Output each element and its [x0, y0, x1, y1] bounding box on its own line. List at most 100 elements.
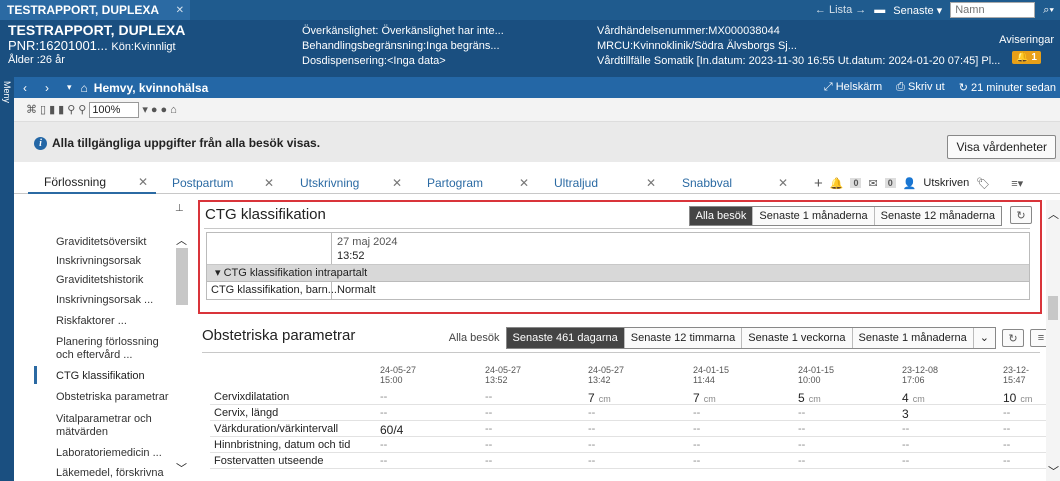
left-scrollbar-thumb[interactable] [176, 248, 188, 305]
name-search-input[interactable] [950, 2, 1036, 18]
obs-date-header[interactable]: 23-12- 15:47 [1003, 365, 1029, 385]
zoom-in-icon[interactable]: ⚲ [78, 103, 86, 116]
tag-icon[interactable]: 🏷 [976, 177, 990, 190]
overkanslighet-link[interactable]: Överkänslighet: Överkänslighet har inte.… [302, 24, 504, 39]
close-icon[interactable]: ✕ [264, 176, 274, 190]
table-cell[interactable]: -- [902, 439, 909, 451]
bell-icon[interactable]: 🔔 [830, 177, 844, 190]
chevron-down-icon[interactable]: ⌄ [973, 328, 995, 348]
menu-icon[interactable]: ≡▾ [1011, 177, 1023, 190]
table-cell[interactable]: -- [485, 455, 492, 467]
close-icon[interactable]: ✕ [519, 176, 529, 190]
tab-ultraljud[interactable]: Ultraljud ✕ [554, 172, 672, 194]
table-cell[interactable]: -- [1003, 439, 1010, 451]
ctg-seg-1man[interactable]: Senaste 1 månaderna [753, 207, 875, 225]
table-cell[interactable]: 10 cm [1003, 391, 1032, 405]
nav-item-inskrivningsorsak[interactable]: Inskrivningsorsak [56, 255, 141, 268]
tab-postpartum[interactable]: Postpartum ✕ [172, 172, 290, 194]
forward-icon[interactable]: › [45, 81, 49, 95]
table-cell[interactable]: -- [485, 423, 492, 435]
table-cell[interactable]: -- [485, 391, 492, 403]
nav-item-vitalparametrar[interactable]: Vitalparametrar och [56, 413, 152, 426]
patient-tab[interactable]: TESTRAPPORT, DUPLEXA ✕ [0, 0, 190, 20]
lista-nav[interactable]: ← Lista → [815, 4, 866, 16]
prev-page-icon[interactable]: ▮ [49, 103, 55, 116]
table-cell[interactable]: 4 cm [902, 391, 925, 405]
nav-item-obstetriska[interactable]: Obstetriska parametrar [56, 391, 168, 404]
scroll-down-icon[interactable]: ﹀ [1048, 463, 1059, 479]
scroll-up-icon[interactable]: ︿ [1048, 206, 1059, 222]
obs-seg-1m[interactable]: Senaste 1 månaderna [852, 328, 974, 348]
close-icon[interactable]: ✕ [778, 176, 788, 190]
nav-item-graviditetshistorik[interactable]: Graviditetshistorik [56, 274, 143, 287]
nav-item-planering2[interactable]: och eftervård ... [56, 349, 132, 362]
scroll-down-icon[interactable]: ﹀ [176, 460, 187, 476]
tab-partogram[interactable]: Partogram ✕ [427, 172, 545, 194]
person-icon[interactable]: 👤 [903, 177, 917, 190]
table-cell[interactable]: -- [380, 391, 387, 403]
table-cell[interactable]: 7 cm [693, 391, 716, 405]
table-cell[interactable]: -- [380, 407, 387, 419]
zoom-dropdown-icon[interactable]: ▾ [142, 103, 148, 116]
table-cell[interactable]: -- [380, 455, 387, 467]
back-icon[interactable]: ‹ [23, 81, 27, 95]
circle-icon[interactable]: ● [151, 104, 158, 116]
nav-item-matvarden[interactable]: mätvärden [56, 426, 108, 439]
obs-date-header[interactable]: 24-05-27 13:52 [485, 365, 521, 385]
nav-item-inskrivningsorsak2[interactable]: Inskrivningsorsak ... [56, 294, 153, 307]
table-cell[interactable]: 60/4 [380, 423, 403, 437]
table-cell[interactable]: -- [798, 423, 805, 435]
vardtillfalle[interactable]: Vårdtillfälle Somatik [In.datum: 2023-11… [597, 54, 1000, 69]
obs-seg-1v[interactable]: Senaste 1 veckorna [742, 328, 853, 348]
obs-date-header[interactable]: 24-01-15 10:00 [798, 365, 834, 385]
next-page-icon[interactable]: ▮ [58, 103, 64, 116]
obs-seg-461[interactable]: Senaste 461 dagarna [506, 328, 625, 348]
table-cell[interactable]: -- [1003, 407, 1010, 419]
skrivut-button[interactable]: ⎙ Skriv ut [896, 81, 945, 94]
senaste-dropdown[interactable]: Senaste ▾ [893, 4, 942, 17]
scroll-up-icon[interactable]: ︿ [176, 232, 187, 248]
circle2-icon[interactable]: ● [161, 104, 168, 116]
refresh-status[interactable]: ↻ 21 minuter sedan [959, 81, 1056, 94]
table-cell[interactable]: -- [798, 455, 805, 467]
visa-vardenheter-button[interactable]: Visa vårdenheter [947, 135, 1056, 159]
table-cell[interactable]: -- [693, 455, 700, 467]
tab-forlossning[interactable]: Förlossning ✕ [28, 172, 156, 194]
ctg-seg-alla[interactable]: Alla besök [689, 207, 754, 225]
plus-icon[interactable]: + [814, 175, 823, 192]
lock-icon[interactable]: ⌂ [170, 104, 177, 116]
obs-date-header[interactable]: 24-01-15 11:44 [693, 365, 729, 385]
helskarm-button[interactable]: ⤢ Helskärm [824, 81, 882, 94]
table-cell[interactable]: -- [588, 439, 595, 451]
zoom-out-icon[interactable]: ⚲ [67, 103, 75, 116]
nav-item-riskfaktorer[interactable]: Riskfaktorer ... [56, 315, 127, 328]
close-icon[interactable]: ✕ [176, 5, 184, 16]
table-cell[interactable]: 3 [902, 407, 909, 421]
nav-item-ctg[interactable]: CTG klassifikation [56, 370, 145, 383]
table-cell[interactable]: -- [798, 407, 805, 419]
tab-snabbval[interactable]: Snabbval ✕ [682, 172, 800, 194]
aviseringar[interactable]: Aviseringar 🔔 1 [999, 34, 1054, 64]
obs-alla-besok[interactable]: Alla besök [449, 332, 500, 344]
behandling-link[interactable]: Behandlingsbegränsning:Inga begräns... [302, 39, 504, 54]
obs-date-header[interactable]: 23-12-08 17:06 [902, 365, 938, 385]
table-cell[interactable]: -- [798, 439, 805, 451]
refresh-icon[interactable]: ↻ [1010, 206, 1032, 224]
home-icon[interactable]: ⌂ [81, 81, 88, 95]
table-cell[interactable]: -- [485, 407, 492, 419]
table-cell[interactable]: -- [380, 439, 387, 451]
close-icon[interactable]: ✕ [392, 176, 402, 190]
table-cell[interactable]: -- [485, 439, 492, 451]
table-cell[interactable]: -- [693, 439, 700, 451]
table-cell[interactable]: 7 cm [588, 391, 611, 405]
table-cell[interactable]: -- [588, 455, 595, 467]
ctg-group-header[interactable]: ▾ CTG klassifikation intrapartalt [207, 265, 1029, 282]
dosdisp-link[interactable]: Dosdispensering:<Inga data> [302, 54, 504, 69]
right-scrollbar[interactable] [1046, 200, 1060, 481]
table-cell[interactable]: -- [588, 423, 595, 435]
table-cell[interactable]: 5 cm [798, 391, 821, 405]
close-icon[interactable]: ✕ [646, 176, 656, 190]
ctg-seg-12man[interactable]: Senaste 12 månaderna [874, 207, 1001, 225]
nav-item-graviditetsoversikt[interactable]: Graviditetsöversikt [56, 236, 146, 249]
table-cell[interactable]: -- [588, 407, 595, 419]
